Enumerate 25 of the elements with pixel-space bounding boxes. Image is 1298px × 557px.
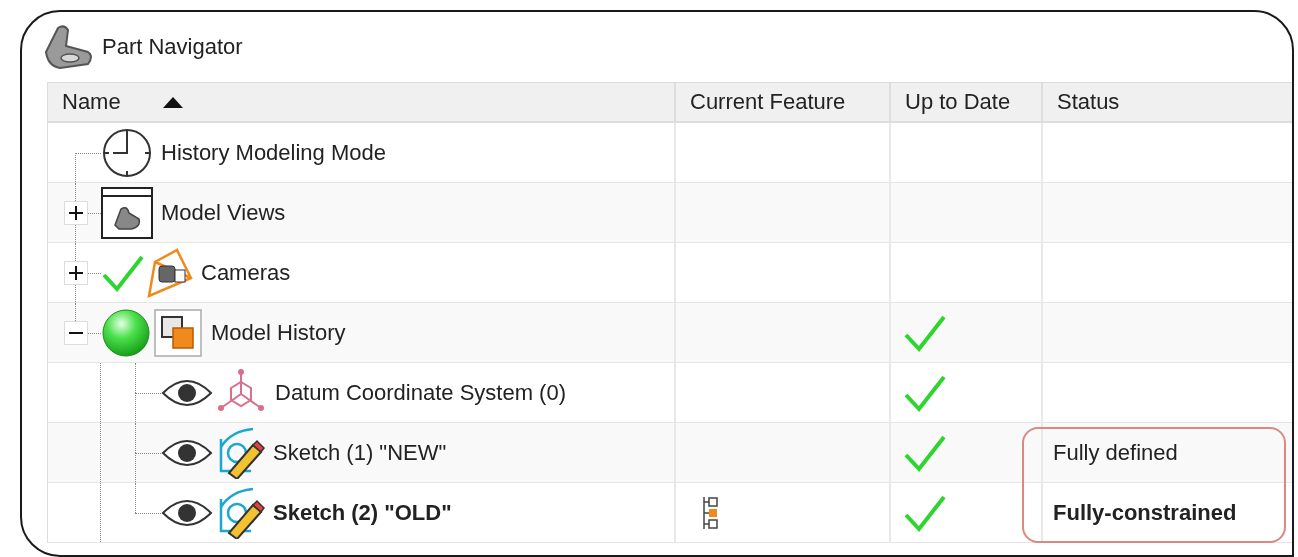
- status-text: Fully defined: [1053, 439, 1178, 466]
- window-title: Part Navigator: [102, 34, 243, 60]
- tree-item[interactable]: Sketch (2) "OLD": [273, 499, 452, 526]
- expander-toggle[interactable]: [64, 260, 88, 285]
- tree-item[interactable]: Model Views: [161, 199, 286, 226]
- column-header[interactable]: Current Feature: [676, 83, 891, 121]
- camera-icon: [147, 247, 193, 298]
- column-header[interactable]: Name: [48, 83, 676, 121]
- tree-item[interactable]: History Modeling Mode: [161, 139, 386, 166]
- tree-item[interactable]: Datum Coordinate System (0): [275, 379, 566, 406]
- current-feature-icon: [702, 495, 718, 530]
- expander-toggle[interactable]: [64, 200, 88, 225]
- clock-icon: [101, 126, 153, 179]
- plus-icon: [68, 204, 84, 221]
- tree-item[interactable]: Model History: [211, 319, 346, 346]
- column-header[interactable]: Up to Date: [891, 83, 1043, 121]
- status-text: Fully-constrained: [1053, 499, 1237, 526]
- tree-item[interactable]: Cameras: [201, 259, 291, 286]
- column-header[interactable]: Status: [1043, 83, 1292, 121]
- plus-icon: [68, 264, 84, 281]
- squares-icon: [153, 307, 203, 358]
- sphere-icon: [101, 307, 151, 358]
- tree-item[interactable]: Sketch (1) "NEW": [273, 439, 447, 466]
- minus-icon: [68, 331, 84, 334]
- expander-toggle[interactable]: [64, 320, 88, 345]
